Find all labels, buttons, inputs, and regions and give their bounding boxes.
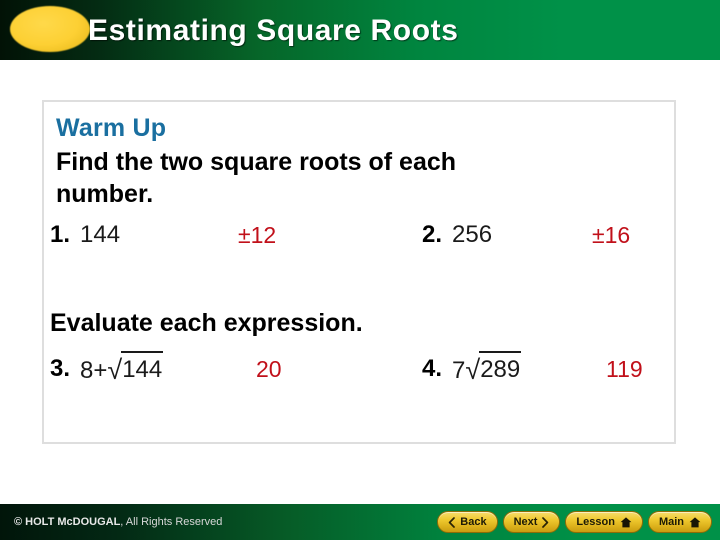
problem-expression-2: 256 bbox=[452, 221, 493, 248]
home-icon bbox=[620, 516, 632, 528]
problem-row: 3. 8+√144 20 4. 7√289 119 bbox=[44, 351, 674, 388]
problem-number-3: 3. bbox=[50, 355, 71, 382]
radicand-3: 144 bbox=[121, 351, 164, 387]
instruction-line-b: Evaluate each expression. bbox=[50, 309, 363, 337]
problem-answer-4: 119 bbox=[606, 356, 643, 382]
chevron-left-icon bbox=[448, 516, 456, 528]
instruction-line-2: number. bbox=[56, 180, 154, 208]
back-button-label: Back bbox=[460, 516, 487, 528]
next-button-label: Next bbox=[513, 516, 538, 528]
copyright: © HOLT McDOUGAL, All Rights Reserved bbox=[14, 504, 222, 540]
radical-3: √144 bbox=[107, 351, 164, 388]
main-button[interactable]: Main bbox=[647, 511, 712, 533]
content-inner: Warm Up Find the two square roots of eac… bbox=[44, 102, 674, 442]
home-icon bbox=[689, 516, 701, 528]
problem-number-4: 4. bbox=[422, 355, 443, 382]
main-button-label: Main bbox=[658, 516, 684, 528]
problem-number-2: 2. bbox=[422, 221, 443, 248]
expression-prefix-4: 7 bbox=[452, 357, 466, 384]
radical-sign-icon: √ bbox=[107, 355, 123, 385]
slide: Estimating Square Roots Warm Up Find the… bbox=[0, 0, 720, 540]
expression-prefix-3: 8+ bbox=[80, 357, 108, 384]
copyright-brand: © HOLT McDOUGAL bbox=[14, 516, 121, 528]
problem-expression-1: 144 bbox=[80, 221, 121, 248]
problem-answer-2: ±16 bbox=[592, 222, 631, 248]
section-title: Warm Up bbox=[56, 114, 167, 142]
header-bar: Estimating Square Roots bbox=[0, 0, 720, 60]
lesson-button-label: Lesson bbox=[576, 516, 615, 528]
radical-4: √289 bbox=[465, 351, 522, 388]
chevron-right-icon bbox=[542, 516, 549, 528]
problem-answer-1: ±12 bbox=[238, 222, 277, 248]
back-button[interactable]: Back bbox=[437, 511, 498, 533]
navigation-buttons: Back Next Lesson Main bbox=[437, 510, 712, 534]
next-button[interactable]: Next bbox=[502, 511, 561, 533]
lesson-button[interactable]: Lesson bbox=[565, 511, 643, 533]
footer-bar: © HOLT McDOUGAL, All Rights Reserved Bac… bbox=[0, 504, 720, 540]
ellipse-icon bbox=[10, 6, 90, 52]
problem-expression-4: 7√289 bbox=[452, 351, 522, 388]
problem-number-1: 1. bbox=[50, 221, 71, 248]
problem-answer-3: 20 bbox=[256, 356, 282, 382]
warmup-content-box: Warm Up Find the two square roots of eac… bbox=[42, 100, 676, 444]
radical-sign-icon: √ bbox=[465, 355, 481, 385]
radicand-4: 289 bbox=[479, 351, 522, 387]
instruction-line-1: Find the two square roots of each bbox=[56, 148, 457, 176]
problem-row: 1. 144 ±12 2. 256 ±16 bbox=[44, 218, 674, 254]
problem-expression-3: 8+√144 bbox=[80, 351, 164, 388]
page-title: Estimating Square Roots bbox=[88, 14, 459, 47]
copyright-rights: , All Rights Reserved bbox=[120, 516, 223, 528]
